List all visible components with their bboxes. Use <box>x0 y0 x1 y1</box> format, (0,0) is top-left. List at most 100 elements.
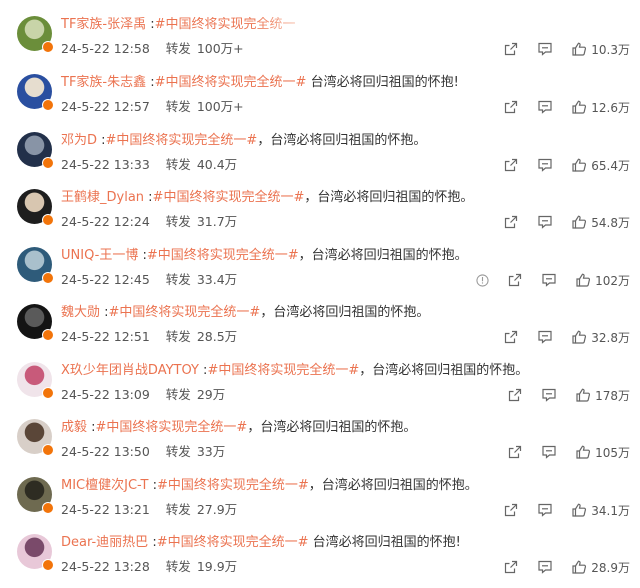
comment-icon[interactable] <box>537 157 553 173</box>
topic-link[interactable]: #中国终将实现完全统一 <box>155 17 296 32</box>
comment-icon[interactable] <box>541 387 557 403</box>
topic-link[interactable]: #中国终将实现完全统一# <box>157 478 309 493</box>
avatar[interactable] <box>17 362 54 399</box>
verified-badge-icon <box>42 444 54 456</box>
timestamp[interactable]: 24-5-22 13:33 <box>61 157 150 172</box>
like-button[interactable]: 28.9万 <box>571 559 630 576</box>
share-icon[interactable] <box>507 444 523 460</box>
topic-link[interactable]: #中国终将实现完全统一# <box>106 133 258 148</box>
repost-count: 19.9万 <box>196 559 238 574</box>
repost-text: TF家族-朱志鑫 :#中国终将实现完全统一# 台湾必将回归祖国的怀抱! <box>61 74 459 92</box>
share-icon[interactable] <box>503 157 519 173</box>
timestamp[interactable]: 24-5-22 13:21 <box>61 502 150 517</box>
avatar[interactable] <box>17 419 54 456</box>
avatar[interactable] <box>17 16 54 53</box>
timestamp[interactable]: 24-5-22 12:58 <box>61 41 150 56</box>
like-button[interactable]: 65.4万 <box>571 157 630 174</box>
like-button[interactable]: 32.8万 <box>571 329 630 346</box>
repost-label: 转发 <box>165 502 191 517</box>
timestamp[interactable]: 24-5-22 12:45 <box>61 272 150 287</box>
user-name[interactable]: X玖少年团肖战DAYTOY <box>61 363 199 378</box>
like-button[interactable]: 12.6万 <box>571 99 630 116</box>
avatar[interactable] <box>17 534 54 571</box>
topic-link[interactable]: #中国终将实现完全统一# <box>157 535 309 550</box>
verified-badge-icon <box>42 214 54 226</box>
like-button[interactable]: 34.1万 <box>571 502 630 519</box>
like-button[interactable]: 105万 <box>575 444 630 461</box>
meta-row: 24-5-22 13:33 转发 40.4万 <box>61 156 237 174</box>
topic-link[interactable]: #中国终将实现完全统一# <box>207 363 359 378</box>
comment-icon[interactable] <box>537 329 553 345</box>
user-name[interactable]: 邓为D <box>61 133 97 148</box>
action-bar: 65.4万 <box>503 156 630 174</box>
info-icon[interactable] <box>476 273 489 287</box>
user-name[interactable]: 成毅 <box>61 420 87 435</box>
user-name[interactable]: Dear-迪丽热巴 <box>61 535 148 550</box>
share-icon[interactable] <box>503 41 519 57</box>
like-button[interactable]: 178万 <box>575 387 630 404</box>
share-icon[interactable] <box>503 502 519 518</box>
user-name[interactable]: TF家族-张泽禹 <box>61 17 146 32</box>
colon: : <box>97 133 106 148</box>
colon: : <box>146 17 155 32</box>
repost-item: 成毅 :#中国终将实现完全统一#，台湾必将回归祖国的怀抱。 24-5-22 13… <box>0 417 640 473</box>
topic-link[interactable]: #中国终将实现完全统一# <box>147 248 299 263</box>
avatar[interactable] <box>17 74 54 111</box>
share-icon[interactable] <box>503 99 519 115</box>
repost-text: TF家族-张泽禹 :#中国终将实现完全统一 <box>61 16 296 34</box>
share-icon[interactable] <box>503 214 519 230</box>
comment-icon[interactable] <box>537 214 553 230</box>
share-icon[interactable] <box>503 329 519 345</box>
like-button[interactable]: 54.8万 <box>571 214 630 231</box>
timestamp[interactable]: 24-5-22 12:51 <box>61 329 150 344</box>
timestamp[interactable]: 24-5-22 13:28 <box>61 559 150 574</box>
repost-item: 邓为D :#中国终将实现完全统一#，台湾必将回归祖国的怀抱。 24-5-22 1… <box>0 130 640 186</box>
topic-link[interactable]: #中国终将实现完全统一# <box>153 190 305 205</box>
like-button[interactable]: 102万 <box>575 272 630 289</box>
action-bar: 12.6万 <box>503 98 630 116</box>
avatar[interactable] <box>17 477 54 514</box>
repost-label: 转发 <box>165 444 191 459</box>
like-count: 34.1万 <box>591 503 630 518</box>
user-name[interactable]: 王鹤棣_Dylan <box>61 190 144 205</box>
timestamp[interactable]: 24-5-22 12:57 <box>61 99 150 114</box>
repost-tail: ，台湾必将回归祖国的怀抱。 <box>298 248 468 263</box>
avatar[interactable] <box>17 132 54 169</box>
user-name[interactable]: 魏大勋 <box>61 305 100 320</box>
timestamp[interactable]: 24-5-22 12:24 <box>61 214 150 229</box>
avatar[interactable] <box>17 189 54 226</box>
meta-row: 24-5-22 12:58 转发 100万+ <box>61 40 244 58</box>
comment-icon[interactable] <box>541 444 557 460</box>
comment-icon[interactable] <box>541 272 557 288</box>
repost-label: 转发 <box>165 272 191 287</box>
topic-link[interactable]: #中国终将实现完全统一# <box>96 420 248 435</box>
repost-label: 转发 <box>165 329 191 344</box>
user-name[interactable]: UNIQ-王一博 <box>61 248 138 263</box>
like-count: 105万 <box>595 445 630 460</box>
comment-icon[interactable] <box>537 99 553 115</box>
like-icon <box>572 330 587 344</box>
like-button[interactable]: 10.3万 <box>571 41 630 58</box>
action-bar: 178万 <box>507 386 630 404</box>
colon: : <box>87 420 96 435</box>
meta-row: 24-5-22 13:09 转发 29万 <box>61 386 225 404</box>
repost-label: 转发 <box>165 41 191 56</box>
verified-badge-icon <box>42 502 54 514</box>
repost-tail: ，台湾必将回归祖国的怀抱。 <box>308 478 478 493</box>
timestamp[interactable]: 24-5-22 13:09 <box>61 387 150 402</box>
share-icon[interactable] <box>503 559 519 575</box>
user-name[interactable]: TF家族-朱志鑫 <box>61 75 146 90</box>
share-icon[interactable] <box>507 387 523 403</box>
topic-link[interactable]: #中国终将实现完全统一# <box>155 75 307 90</box>
user-name[interactable]: MIC檀健次JC-T <box>61 478 148 493</box>
comment-icon[interactable] <box>537 41 553 57</box>
comment-icon[interactable] <box>537 559 553 575</box>
avatar[interactable] <box>17 247 54 284</box>
verified-badge-icon <box>42 329 54 341</box>
avatar[interactable] <box>17 304 54 341</box>
repost-text: 成毅 :#中国终将实现完全统一#，台湾必将回归祖国的怀抱。 <box>61 419 416 437</box>
comment-icon[interactable] <box>537 502 553 518</box>
topic-link[interactable]: #中国终将实现完全统一# <box>109 305 261 320</box>
timestamp[interactable]: 24-5-22 13:50 <box>61 444 150 459</box>
share-icon[interactable] <box>507 272 523 288</box>
